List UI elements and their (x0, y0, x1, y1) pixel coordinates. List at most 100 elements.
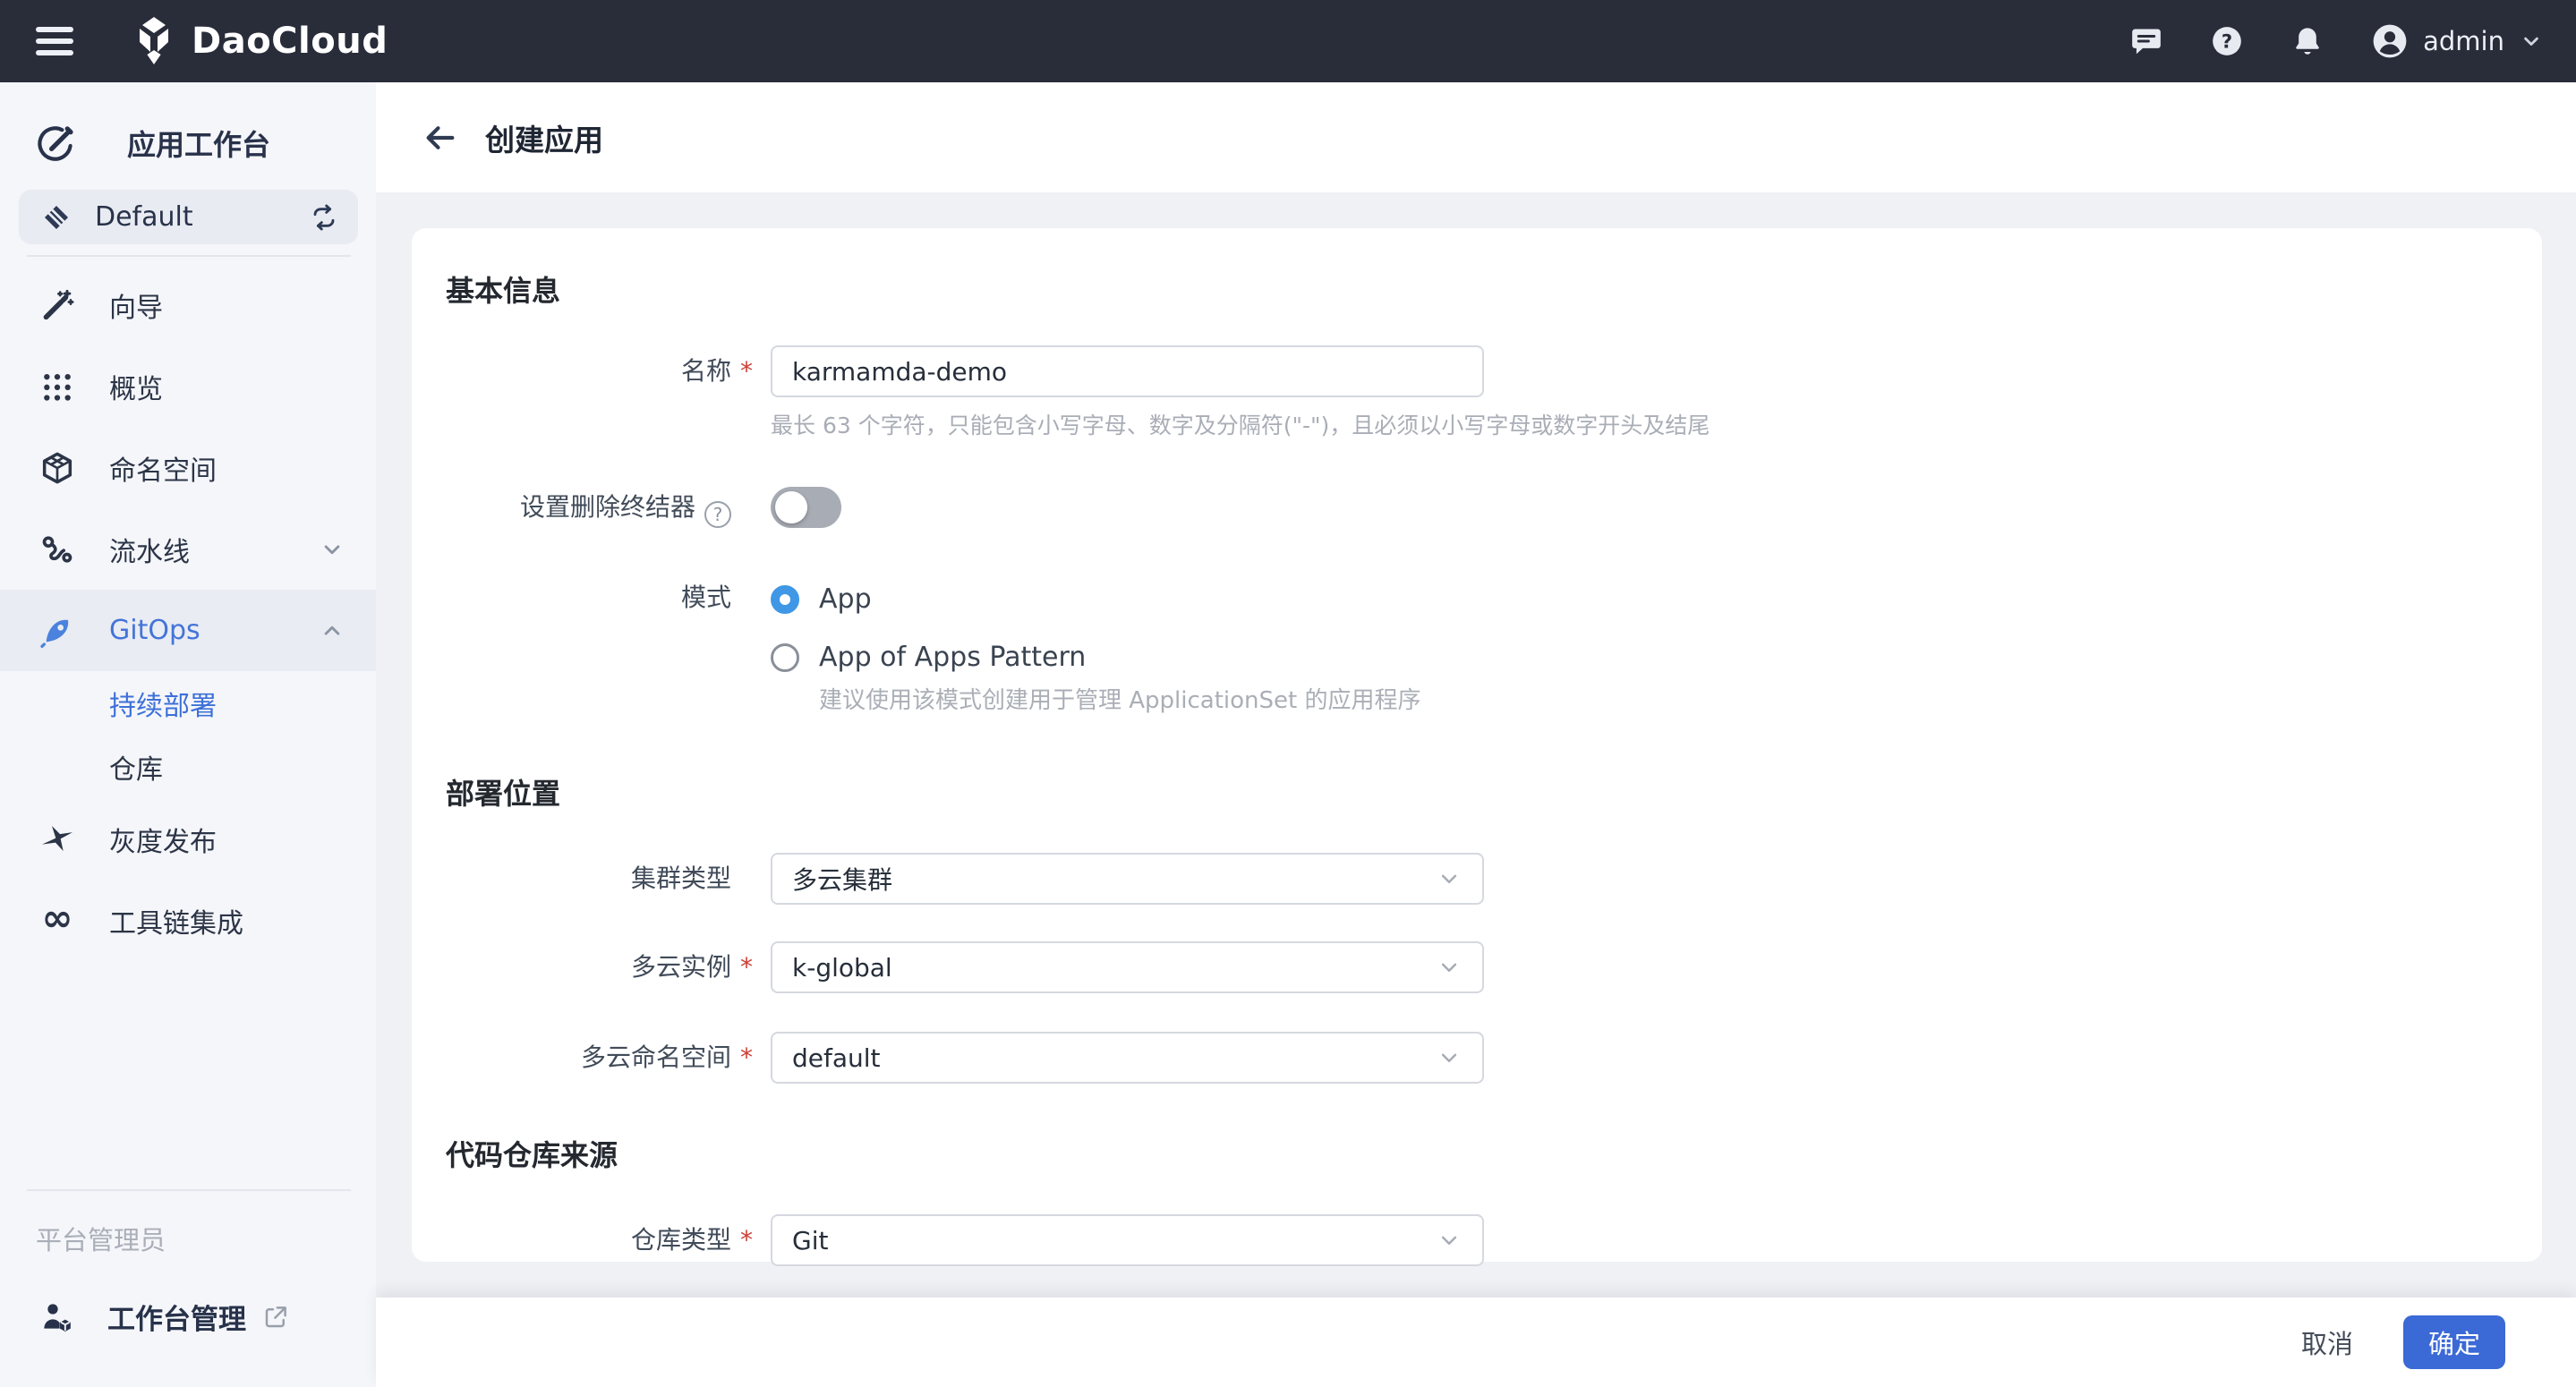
sidebar-item-label: 工具链集成 (109, 901, 243, 940)
repo-type-label: 仓库类型 (446, 1214, 731, 1266)
sidebar-item-workbench-manage[interactable]: 工作台管理 (0, 1297, 376, 1337)
sidebar-item-continuous-deployment[interactable]: 持续部署 (0, 671, 376, 735)
create-app-form: 基本信息 名称 * 最长 63 个字符，只能包含小写字母、数字及分隔符("-")… (412, 228, 2542, 1262)
back-button[interactable] (422, 120, 458, 156)
hamburger-icon (36, 27, 73, 32)
page-footer: 取消 确定 (376, 1298, 2576, 1387)
sidebar-item-gitops[interactable]: GitOps (0, 590, 376, 671)
chevron-down-icon (1436, 865, 1463, 892)
required-marker: * (731, 1214, 771, 1266)
required-marker: * (731, 941, 771, 993)
topbar: DaoCloud ? (0, 0, 2576, 82)
field-mode: 模式 App App of Apps Pattern 建议使用该模式 (446, 583, 2542, 715)
workspace-icon (41, 202, 72, 233)
confirm-button[interactable]: 确定 (2403, 1315, 2505, 1369)
grid-icon (39, 369, 75, 404)
messages-icon[interactable] (2129, 24, 2163, 58)
name-label: 名称 (446, 345, 731, 397)
radio-unselected-icon[interactable] (771, 643, 799, 672)
username: admin (2423, 26, 2504, 56)
pipeline-icon (39, 532, 75, 567)
sidebar-footer: 平台管理员 工作台管理 (0, 1189, 376, 1387)
cube-icon (39, 450, 75, 486)
rocket-icon (39, 613, 75, 649)
sidebar-item-toolchain[interactable]: ∞ 工具链集成 (0, 880, 376, 961)
multicloud-namespace-label: 多云命名空间 (446, 1032, 731, 1084)
sidebar-item-label: 流水线 (109, 530, 190, 569)
repo-type-select[interactable]: Git (771, 1214, 1484, 1266)
workbench-icon (34, 122, 77, 165)
finalizer-toggle[interactable] (771, 487, 841, 528)
section-repo-source: 代码仓库来源 (446, 1137, 2542, 1173)
section-deploy-location: 部署位置 (446, 776, 2542, 812)
chevron-down-icon (2519, 29, 2544, 54)
workspace-title: 应用工作台 (127, 123, 270, 164)
cluster-type-label: 集群类型 (446, 853, 731, 905)
brand-name: DaoCloud (192, 21, 388, 62)
user-menu[interactable]: admin (2371, 22, 2544, 60)
wand-icon (39, 287, 75, 323)
sidebar-item-pipeline[interactable]: 流水线 (0, 508, 376, 590)
notifications-icon[interactable] (2290, 24, 2324, 58)
infinity-icon: ∞ (39, 903, 75, 939)
radio-selected-icon[interactable] (771, 585, 799, 614)
chevron-up-icon (319, 617, 345, 644)
chevron-down-icon (319, 536, 345, 563)
help-icon[interactable]: ? (2210, 24, 2244, 58)
chevron-down-icon (1436, 1227, 1463, 1254)
multicloud-namespace-select[interactable]: default (771, 1032, 1484, 1084)
sidebar-item-label: 仓库 (109, 747, 163, 787)
divider (27, 1189, 351, 1191)
daocloud-logo-icon (132, 16, 175, 66)
name-helper: 最长 63 个字符，只能包含小写字母、数字及分隔符("-")，且必须以小写字母或… (771, 408, 1484, 440)
sidebar: 应用工作台 Default (0, 82, 376, 1387)
field-finalizer: 设置删除终结器? (446, 487, 2542, 528)
app-root: DaoCloud ? (0, 0, 2576, 1387)
required-marker: * (731, 345, 771, 397)
divider (27, 255, 351, 257)
multicloud-instance-label: 多云实例 (446, 941, 731, 993)
sidebar-item-repository[interactable]: 仓库 (0, 735, 376, 798)
chevron-down-icon (1436, 1044, 1463, 1071)
name-input[interactable] (771, 345, 1484, 397)
sidebar-item-wizard[interactable]: 向导 (0, 264, 376, 345)
mode-option-app[interactable]: App (771, 583, 1484, 615)
question-circle-icon[interactable]: ? (704, 501, 731, 528)
topbar-actions: ? admin (2129, 22, 2544, 60)
brand[interactable]: DaoCloud (132, 16, 388, 66)
menu-toggle-button[interactable] (36, 27, 73, 55)
sidebar-item-label: 概览 (109, 367, 163, 406)
role-label: 平台管理员 (36, 1220, 376, 1257)
switch-workspace-icon[interactable] (310, 203, 338, 232)
field-multicloud-instance: 多云实例 * k-global (446, 941, 2542, 993)
mode-option-helper: 建议使用该模式创建用于管理 ApplicationSet 的应用程序 (819, 682, 1484, 715)
sidebar-item-label: 灰度发布 (109, 820, 217, 859)
svg-text:?: ? (2222, 30, 2232, 53)
mode-label: 模式 (446, 583, 731, 612)
mode-option-app-of-apps[interactable]: App of Apps Pattern (771, 642, 1484, 673)
sidebar-item-label: GitOps (109, 615, 200, 646)
avatar-icon (2371, 22, 2409, 60)
chevron-down-icon (1436, 954, 1463, 981)
field-multicloud-namespace: 多云命名空间 * default (446, 1032, 2542, 1084)
sidebar-item-label: 工作台管理 (107, 1297, 246, 1337)
field-name: 名称 * 最长 63 个字符，只能包含小写字母、数字及分隔符("-")，且必须以… (446, 345, 2542, 440)
workspace-selector[interactable]: Default (19, 190, 358, 244)
required-marker: * (731, 1032, 771, 1084)
content: 基本信息 名称 * 最长 63 个字符，只能包含小写字母、数字及分隔符("-")… (376, 192, 2576, 1298)
cancel-button[interactable]: 取消 (2296, 1323, 2358, 1362)
sidebar-item-namespace[interactable]: 命名空间 (0, 427, 376, 508)
bird-icon (39, 821, 75, 857)
field-repo-type: 仓库类型 * Git (446, 1214, 2542, 1266)
workspace-name: Default (95, 201, 286, 233)
section-basic-info: 基本信息 (446, 273, 2542, 309)
admin-user-icon (39, 1299, 75, 1335)
cluster-type-select[interactable]: 多云集群 (771, 853, 1484, 905)
sidebar-item-overview[interactable]: 概览 (0, 345, 376, 427)
sidebar-item-gray-release[interactable]: 灰度发布 (0, 798, 376, 880)
external-link-icon (262, 1304, 289, 1331)
page-title: 创建应用 (485, 116, 603, 159)
sidebar-item-label: 持续部署 (109, 684, 217, 723)
sidebar-item-label: 命名空间 (109, 448, 217, 488)
multicloud-instance-select[interactable]: k-global (771, 941, 1484, 993)
